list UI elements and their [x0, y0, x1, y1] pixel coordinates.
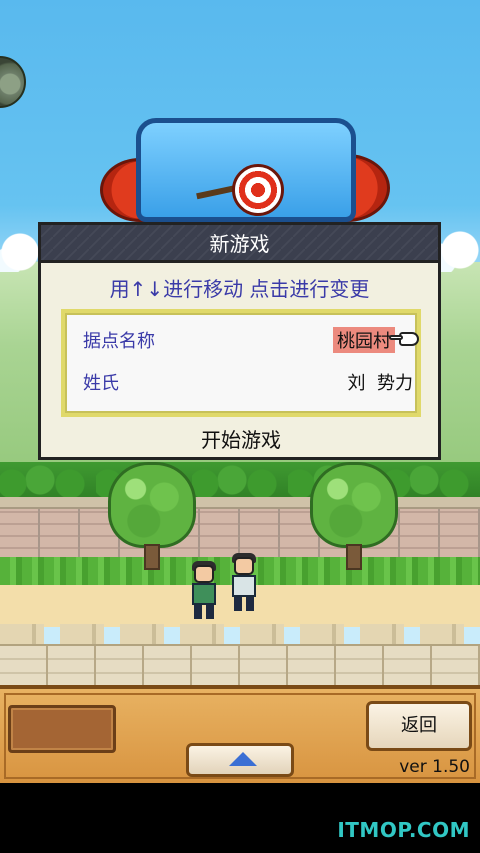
- surname-value[interactable]: 刘 势力: [348, 369, 413, 395]
- character-white: [228, 553, 258, 611]
- surname-label: 姓氏: [83, 373, 119, 394]
- pointing-hand-icon: [389, 329, 423, 349]
- front-wall-battlement: [0, 624, 480, 646]
- start-game-button[interactable]: 开始游戏: [151, 425, 331, 455]
- front-wall: [0, 646, 480, 685]
- up-button[interactable]: [186, 743, 294, 777]
- characters: [184, 553, 264, 619]
- settings-box: 据点名称 桃园村 姓氏 刘 势力: [61, 309, 421, 417]
- character-green: [188, 561, 218, 619]
- version-label: ver 1.50: [399, 757, 470, 777]
- base-name-value[interactable]: 桃园村: [333, 327, 395, 353]
- game-logo: [100, 118, 390, 236]
- setting-row-surname[interactable]: 姓氏 刘 势力: [83, 369, 413, 395]
- circular-badge-icon[interactable]: [0, 56, 26, 108]
- base-name-label: 据点名称: [83, 331, 155, 352]
- info-box: [8, 705, 116, 753]
- instruction-text: 用↑↓进行移动 点击进行变更: [109, 277, 370, 301]
- bottom-panel: 返回 ver 1.50: [0, 685, 480, 783]
- watermark: ITMOP.COM: [337, 818, 470, 842]
- brick-wall: [0, 509, 480, 559]
- up-arrow-icon: [229, 752, 257, 766]
- target-icon: [232, 164, 284, 216]
- setting-row-base-name[interactable]: 据点名称 桃园村: [83, 327, 419, 353]
- new-game-dialog: 新游戏 用↑↓进行移动 点击进行变更 据点名称 桃园村 姓氏 刘 势力 开始游戏: [38, 222, 441, 460]
- back-button[interactable]: 返回: [366, 701, 472, 751]
- dialog-title: 新游戏: [209, 232, 270, 256]
- wall-top: [0, 497, 480, 509]
